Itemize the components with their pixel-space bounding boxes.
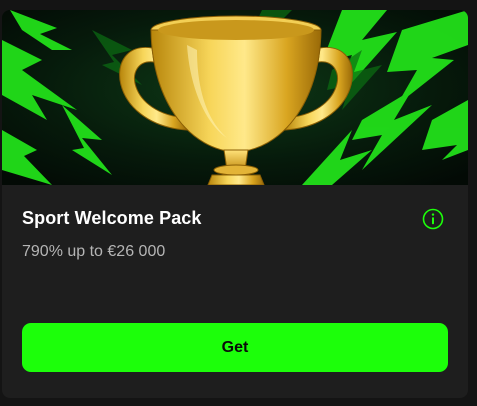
trophy-banner-graphic xyxy=(2,10,468,185)
get-bonus-button[interactable]: Get xyxy=(22,323,448,372)
promo-bonus-amount: 790% up to €26 000 xyxy=(22,243,166,260)
info-icon[interactable] xyxy=(422,208,444,230)
promo-hero-image xyxy=(2,10,468,185)
promo-title: Sport Welcome Pack xyxy=(22,208,202,228)
promo-card: Sport Welcome Pack 790% up to €26 000 Ge… xyxy=(2,10,468,398)
